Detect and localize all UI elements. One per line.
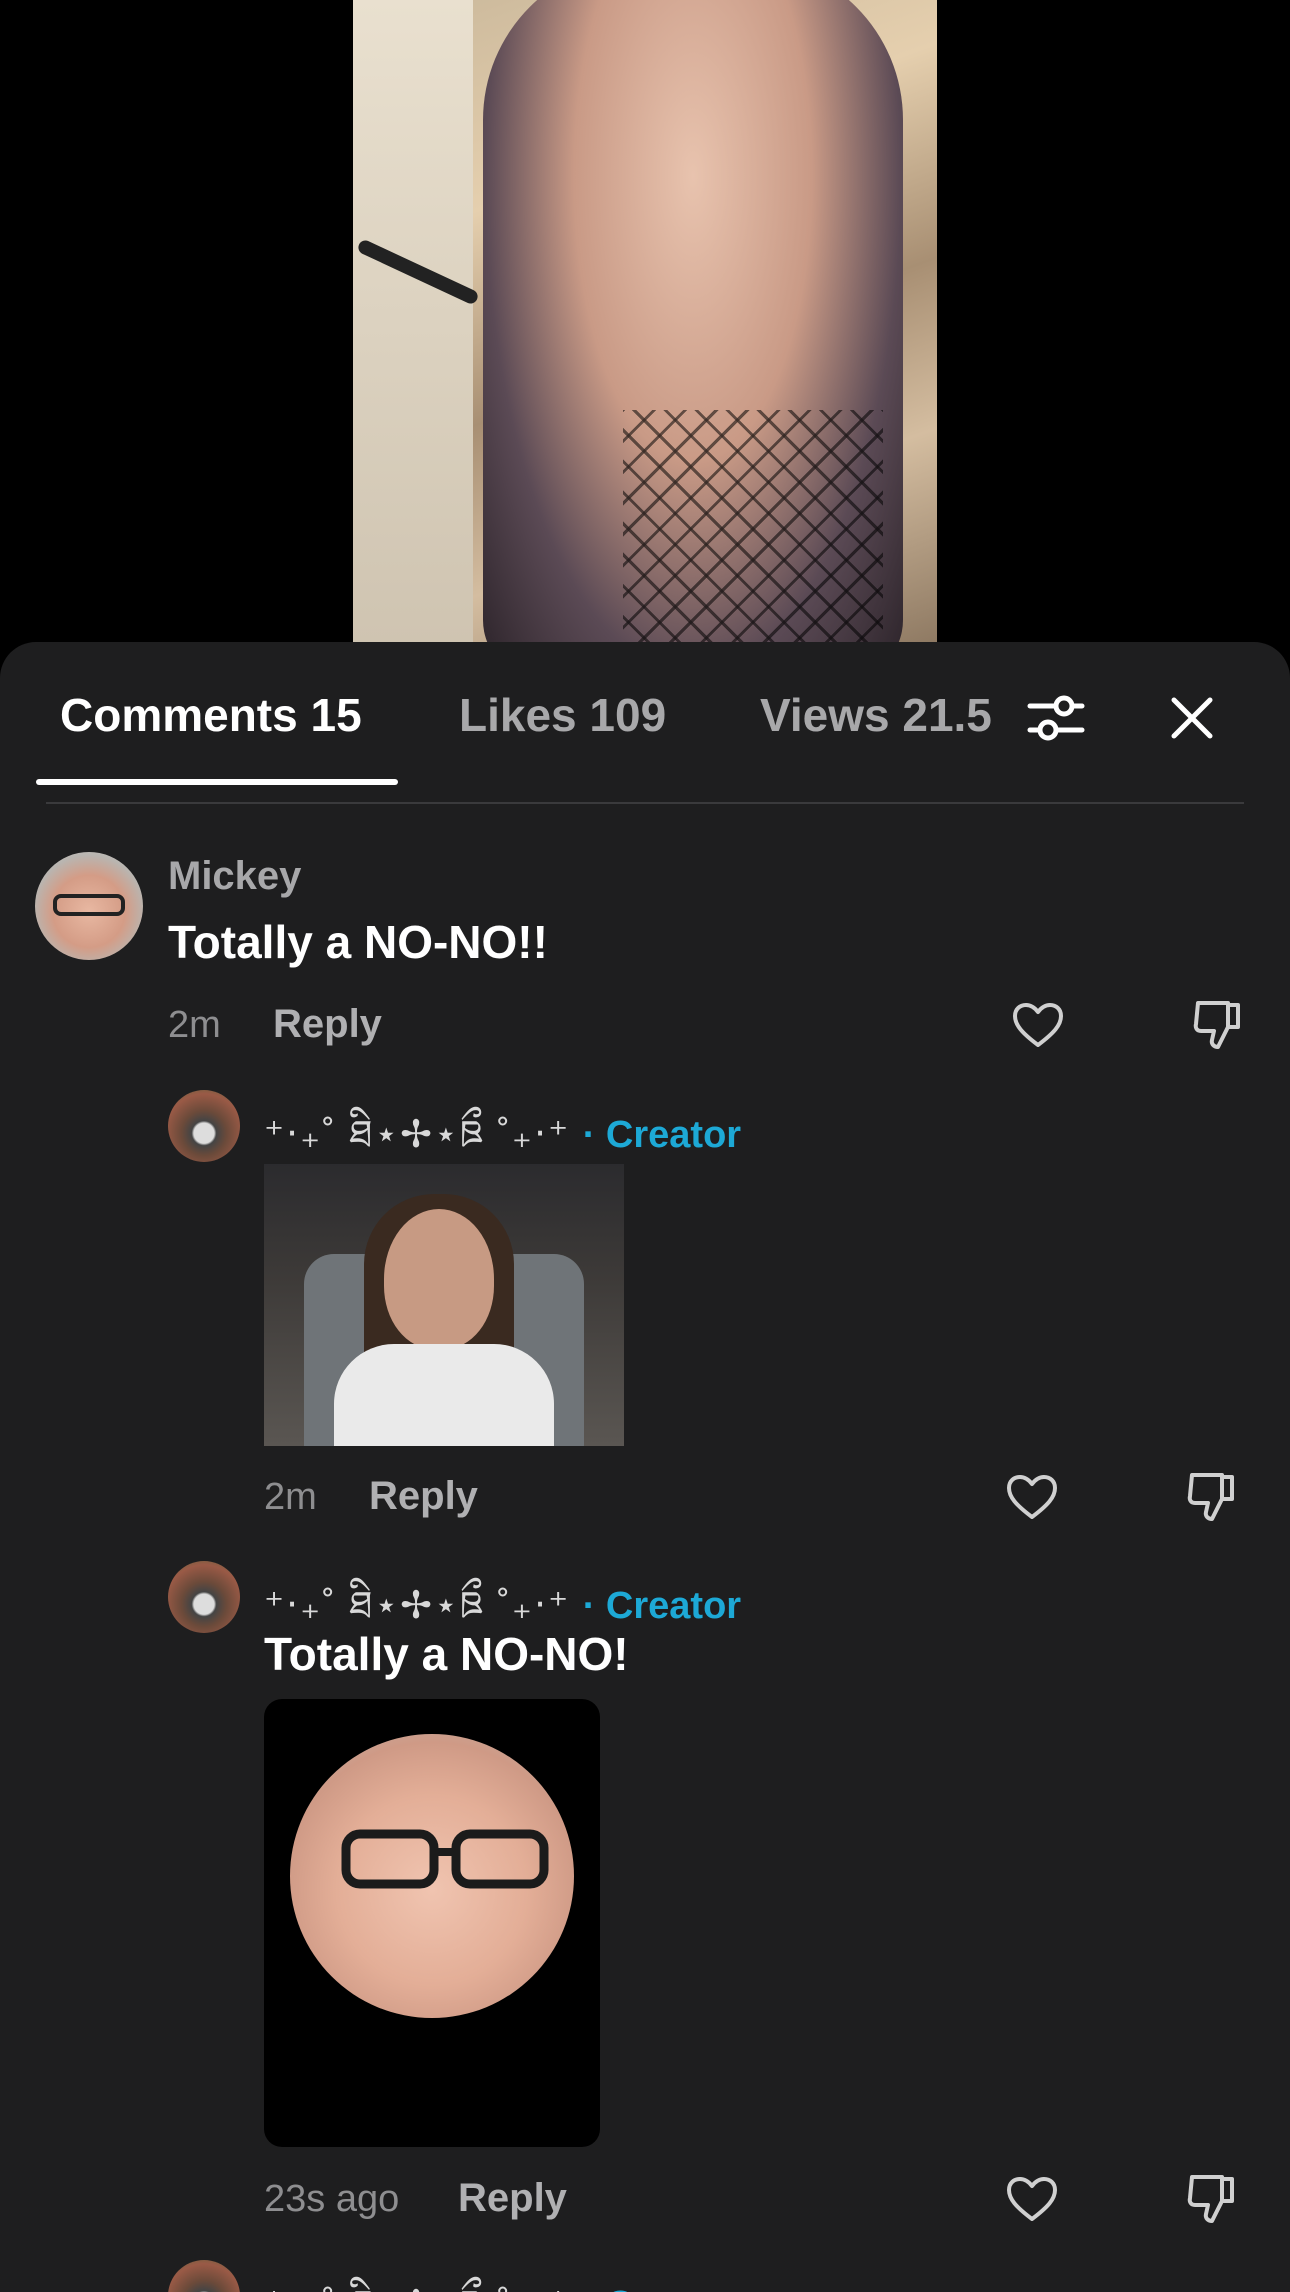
dislike-button[interactable] xyxy=(1184,1469,1240,1525)
video-reply-attachment[interactable] xyxy=(264,1699,600,2147)
like-button[interactable] xyxy=(1010,997,1066,1053)
gif-shirt xyxy=(334,1344,554,1446)
heart-icon xyxy=(1007,1475,1057,1519)
avatar[interactable] xyxy=(168,2260,240,2292)
sliders-icon xyxy=(1027,695,1085,741)
avatar-glasses xyxy=(53,894,125,916)
dislike-button[interactable] xyxy=(1190,997,1246,1053)
active-tab-indicator xyxy=(36,779,398,785)
tab-divider xyxy=(46,802,1244,804)
creator-username: ⁺‧₊˚ ཐི⋆✢⋆ཋྀ ˚₊‧⁺ xyxy=(264,1585,571,1627)
heart-icon xyxy=(1013,1003,1063,1047)
comment-text: Totally a NO-NO!! xyxy=(168,916,548,968)
heart-icon xyxy=(1007,2177,1057,2221)
tab-views[interactable]: Views 21.5 xyxy=(760,688,992,742)
reply-time: 2m xyxy=(264,1476,317,1518)
gif-face xyxy=(384,1209,494,1349)
video-frame xyxy=(353,0,937,642)
video-reply-face xyxy=(290,1734,574,2018)
glasses-graphic xyxy=(341,1829,549,1889)
comment-time: 2m xyxy=(168,1004,221,1046)
video-player[interactable] xyxy=(0,0,1290,642)
comments-sheet: Comments 15 Likes 109 Views 21.5 Mickey … xyxy=(0,642,1290,2292)
reply-text: Totally a NO-NO! xyxy=(264,1628,629,1680)
filter-button[interactable] xyxy=(1024,686,1088,750)
tab-likes[interactable]: Likes 109 xyxy=(459,688,666,742)
dislike-button[interactable] xyxy=(1184,2171,1240,2227)
reply-time: 23s ago xyxy=(264,2178,400,2220)
close-button[interactable] xyxy=(1160,686,1224,750)
avatar[interactable] xyxy=(35,852,143,960)
video-fishnet xyxy=(623,410,883,642)
tab-bar: Comments 15 Likes 109 Views 21.5 xyxy=(0,642,1290,786)
reply-button[interactable]: Reply xyxy=(369,1474,478,1519)
creator-username: ⁺‧₊˚ ཐི⋆✢⋆ཋྀ ˚₊‧⁺ xyxy=(264,2284,570,2292)
like-button[interactable] xyxy=(1004,2171,1060,2227)
comment-username[interactable]: Mickey xyxy=(168,854,301,899)
reply-username[interactable]: ⁺‧₊˚ ཐི⋆✢⋆ཋྀ ˚₊‧⁺ · Creator xyxy=(264,2262,741,2292)
creator-badge: · Creator xyxy=(583,2284,741,2292)
video-wall xyxy=(353,0,473,642)
creator-badge: · Creator xyxy=(582,1585,742,1627)
reply-button[interactable]: Reply xyxy=(273,1002,382,1047)
avatar[interactable] xyxy=(168,1090,240,1162)
gif-attachment[interactable] xyxy=(264,1164,624,1446)
avatar[interactable] xyxy=(168,1561,240,1633)
tab-comments[interactable]: Comments 15 xyxy=(60,688,362,742)
thumbs-down-icon xyxy=(1193,1001,1240,1049)
close-icon xyxy=(1171,697,1213,739)
creator-badge: · Creator xyxy=(582,1114,742,1156)
creator-username: ⁺‧₊˚ ཐི⋆✢⋆ཋྀ ˚₊‧⁺ xyxy=(264,1114,571,1156)
thumbs-down-icon xyxy=(1187,2175,1234,2223)
reply-button[interactable]: Reply xyxy=(458,2176,567,2221)
like-button[interactable] xyxy=(1004,1469,1060,1525)
thumbs-down-icon xyxy=(1187,1473,1234,1521)
